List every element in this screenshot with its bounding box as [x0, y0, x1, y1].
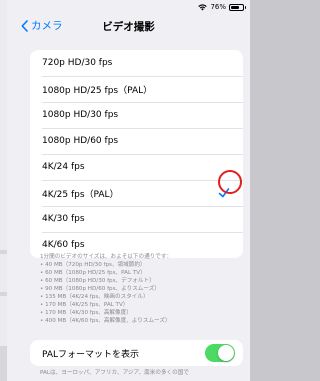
- resolution-options-list: 720p HD/30 fps 1080p HD/25 fps（PAL） 1080…: [30, 50, 243, 258]
- battery-percentage: 76%: [210, 3, 226, 11]
- footnote-item: • 170 MB（4K/25 fps、PAL TV）: [40, 302, 129, 308]
- option-label: 1080p HD/30 fps: [42, 110, 119, 120]
- battery-icon: [229, 3, 246, 11]
- footnote-intro: 1分間のビデオのサイズは、およそ以下の通りです：: [40, 254, 173, 260]
- option-4k-24[interactable]: 4K/24 fps: [30, 154, 243, 180]
- footnote-item: • 135 MB（4K/24 fps、映画のスタイル）: [40, 294, 149, 300]
- footnote-item: • 60 MB（1080p HD/30 fps、デフォルト）: [40, 278, 155, 284]
- footnote-item: • 170 MB（4K/30 fps、高解像度）: [40, 310, 132, 316]
- option-4k-25-pal[interactable]: 4K/25 fps（PAL）: [30, 180, 243, 206]
- wifi-icon: [198, 3, 208, 10]
- option-label: 4K/30 fps: [42, 214, 85, 224]
- option-1080p-30[interactable]: 1080p HD/30 fps: [30, 102, 243, 128]
- footnote-item: • 90 MB（1080p HD/60 fps、よりスムーズ）: [40, 286, 160, 292]
- size-footnote: 1分間のビデオのサイズは、およそ以下の通りです： • 40 MB（720p HD…: [40, 253, 250, 325]
- navigation-bar: カメラ ビデオ撮影: [7, 14, 250, 40]
- footnote-item: • 400 MB（4K/60 fps、高解像度、よりスムーズ）: [40, 318, 171, 324]
- toggle-knob: [218, 345, 234, 361]
- background-sidebar: [0, 0, 7, 381]
- pal-description: PALは、ヨーロッパ、アフリカ、アジア、南米の多くの国で: [40, 370, 189, 376]
- pal-format-label: PALフォーマットを表示: [42, 349, 140, 360]
- status-bar: 76%: [198, 2, 246, 12]
- option-720p-30[interactable]: 720p HD/30 fps: [30, 50, 243, 76]
- page-title: ビデオ撮影: [102, 21, 155, 33]
- battery-fill: [231, 5, 240, 9]
- footnote-item: • 40 MB（720p HD/30 fps、領域節約）: [40, 262, 146, 268]
- option-label: 4K/60 fps: [42, 240, 85, 250]
- sidebar-block: [0, 0, 7, 250]
- video-settings-panel: 76% カメラ ビデオ撮影 720p HD/30 fps 1080p HD/25…: [7, 0, 250, 381]
- footnote-item: • 60 MB（1080p HD/25 fps、PAL TV）: [40, 270, 146, 276]
- option-label: 1080p HD/60 fps: [42, 136, 119, 146]
- option-4k-30[interactable]: 4K/30 fps: [30, 206, 243, 232]
- sidebar-block: [0, 254, 7, 292]
- option-1080p-60[interactable]: 1080p HD/60 fps: [30, 128, 243, 154]
- checkmark-icon: [217, 186, 231, 200]
- pal-format-row: PALフォーマットを表示: [30, 340, 243, 366]
- option-label: 4K/25 fps（PAL）: [42, 189, 119, 200]
- option-label: 1080p HD/25 fps（PAL）: [42, 85, 153, 96]
- sidebar-block: [0, 296, 7, 346]
- option-label: 720p HD/30 fps: [42, 58, 113, 68]
- pal-format-toggle[interactable]: [205, 344, 235, 362]
- option-1080p-25-pal[interactable]: 1080p HD/25 fps（PAL）: [30, 76, 243, 102]
- option-label: 4K/24 fps: [42, 162, 85, 172]
